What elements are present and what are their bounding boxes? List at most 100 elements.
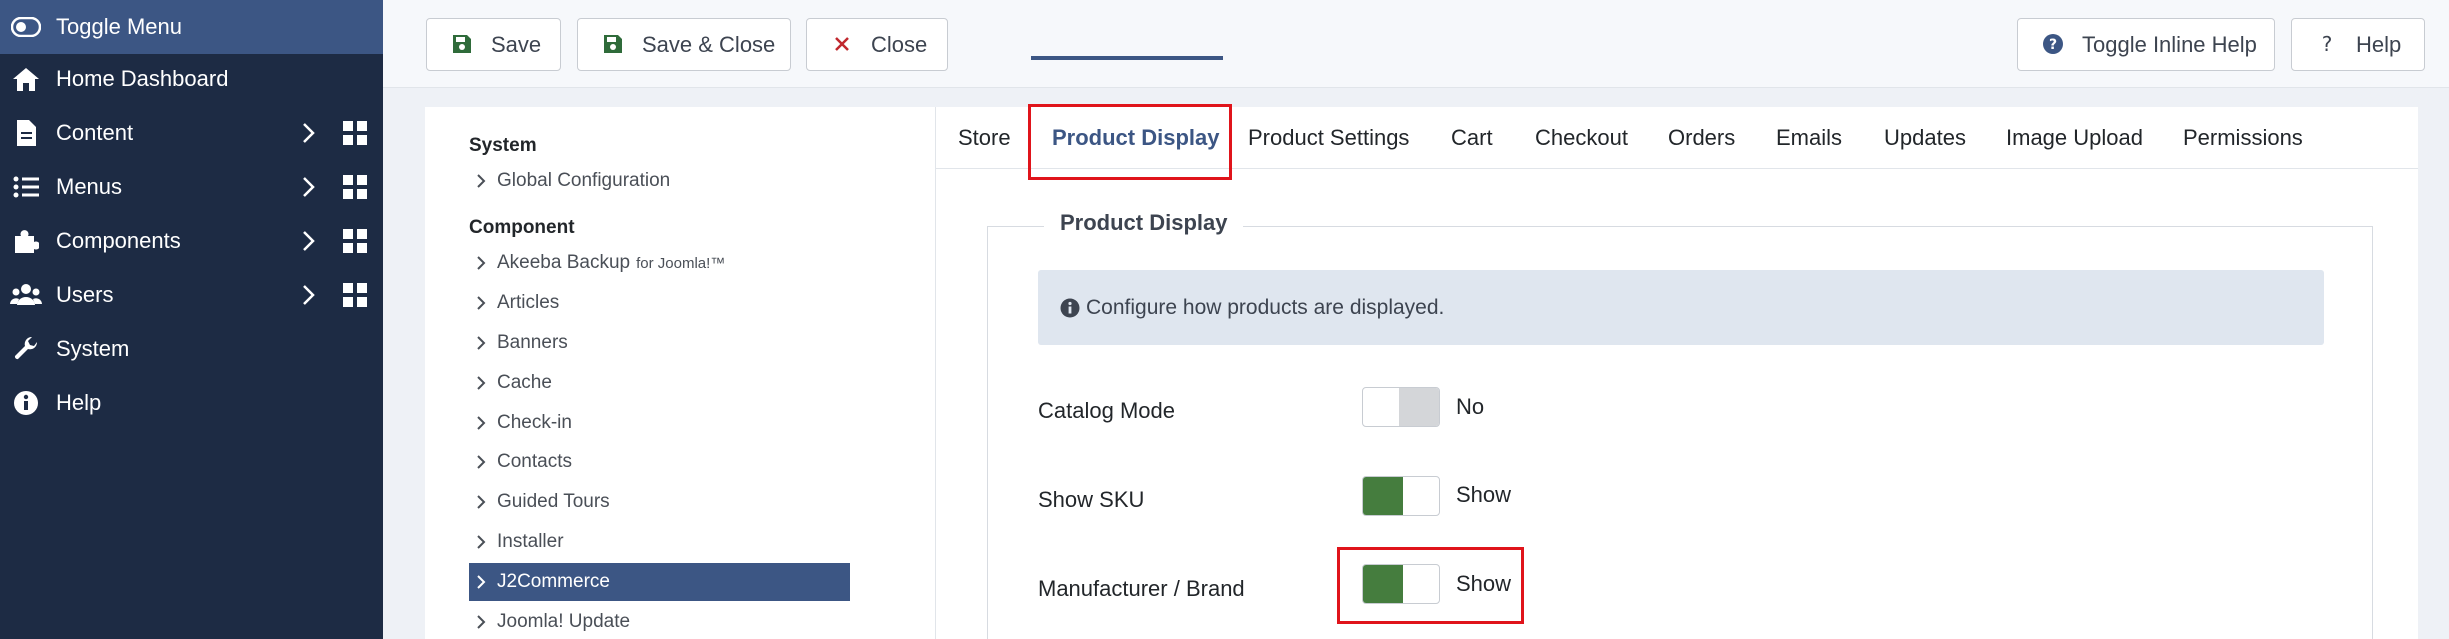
tab-updates[interactable]: Updates — [1884, 107, 1966, 169]
close-label: Close — [871, 31, 928, 57]
nav-item-cache[interactable]: Cache — [469, 364, 850, 402]
toggle-inline-help-label: Toggle Inline Help — [2082, 31, 2257, 57]
config-nav: System Global Configuration Component Ak… — [425, 107, 936, 639]
chevron-right-icon — [473, 173, 489, 189]
chevron-right-icon[interactable] — [296, 121, 320, 145]
sidebar-item-label: Content — [56, 120, 134, 145]
nav-heading-component: Component — [469, 217, 575, 238]
info-icon — [10, 387, 42, 419]
nav-item-j2commerce[interactable]: J2Commerce — [469, 563, 850, 601]
nav-item-joomla-update[interactable]: Joomla! Update — [469, 603, 850, 639]
tab-orders[interactable]: Orders — [1668, 107, 1735, 169]
nav-item-guided-tours[interactable]: Guided Tours — [469, 483, 850, 521]
catalog-mode-switch[interactable] — [1362, 387, 1440, 427]
nav-item-label: Check-in — [497, 412, 572, 433]
help-label: Help — [2356, 31, 2402, 57]
sidebar-item-label: Menus — [56, 174, 123, 199]
save-close-button[interactable]: Save & Close — [577, 18, 791, 71]
nav-item-label: Contacts — [497, 451, 572, 472]
show-sku-switch[interactable] — [1362, 476, 1440, 516]
sidebar-item-menus[interactable]: Menus — [0, 160, 383, 214]
wrench-icon — [10, 333, 42, 365]
tab-product-settings[interactable]: Product Settings — [1248, 107, 1409, 169]
field-label-catalog-mode: Catalog Mode — [1038, 398, 1175, 423]
sidebar-item-users[interactable]: Users — [0, 268, 383, 322]
sidebar-item-content[interactable]: Content — [0, 106, 383, 160]
chevron-right-icon — [473, 454, 489, 470]
chevron-right-icon — [473, 614, 489, 630]
sidebar-item-components[interactable]: Components — [0, 214, 383, 268]
nav-item-contacts[interactable]: Contacts — [469, 443, 850, 481]
chevron-right-icon — [473, 255, 489, 271]
puzzle-icon — [10, 225, 42, 257]
nav-item-label: Banners — [497, 332, 568, 353]
dashboard-grid-icon[interactable] — [342, 120, 368, 146]
switch-fill — [1363, 477, 1403, 515]
field-label-manufacturer-brand: Manufacturer / Brand — [1038, 576, 1245, 601]
akeeba-suffix: for Joomla!™ — [636, 255, 726, 272]
chevron-right-icon[interactable] — [296, 283, 320, 307]
tab-image-upload[interactable]: Image Upload — [2006, 107, 2143, 169]
sidebar-item-label: System — [56, 336, 130, 361]
nav-item-articles[interactable]: Articles — [469, 284, 850, 322]
tab-store[interactable]: Store — [958, 107, 1011, 169]
info-text: Configure how products are displayed. — [1086, 295, 1445, 319]
sidebar-item-label: Help — [56, 390, 102, 415]
question-icon: ? — [2316, 32, 2340, 57]
save-label: Save — [491, 31, 542, 57]
nav-item-label: Articles — [497, 292, 560, 313]
dashboard-grid-icon[interactable] — [342, 174, 368, 200]
chevron-right-icon — [473, 295, 489, 311]
help-button[interactable]: ? Help — [2291, 18, 2425, 71]
fieldset-legend: Product Display — [1044, 210, 1244, 236]
save-button[interactable]: Save — [426, 18, 561, 71]
sidebar-item-help[interactable]: Help — [0, 376, 383, 430]
close-icon — [831, 33, 855, 57]
chevron-right-icon[interactable] — [296, 175, 320, 199]
users-icon — [10, 279, 42, 311]
tab-emails[interactable]: Emails — [1776, 107, 1842, 169]
nav-item-akeeba-backup[interactable]: Akeeba Backup for Joomla!™ — [469, 244, 850, 282]
sidebar-item-system[interactable]: System — [0, 322, 383, 376]
save-icon — [451, 33, 475, 57]
active-tab-indicator — [1031, 56, 1223, 60]
nav-item-installer[interactable]: Installer — [469, 523, 850, 561]
toggle-menu-button[interactable]: Toggle Menu — [0, 0, 383, 54]
home-icon — [10, 63, 42, 95]
dashboard-grid-icon[interactable] — [342, 228, 368, 254]
sidebar-item-home-dashboard[interactable]: Home Dashboard — [0, 52, 383, 106]
nav-item-check-in[interactable]: Check-in — [469, 404, 850, 442]
nav-item-banners[interactable]: Banners — [469, 324, 850, 362]
chevron-right-icon[interactable] — [296, 229, 320, 253]
catalog-mode-value: No — [1456, 394, 1485, 419]
sidebar-item-label: Components — [56, 228, 181, 253]
info-circle-icon — [1060, 298, 1080, 318]
chevron-right-icon — [473, 574, 489, 590]
close-button[interactable]: Close — [806, 18, 948, 71]
nav-heading-system: System — [469, 135, 537, 156]
tab-checkout[interactable]: Checkout — [1535, 107, 1628, 169]
tab-cart[interactable]: Cart — [1451, 107, 1493, 169]
tab-permissions[interactable]: Permissions — [2183, 107, 2303, 169]
nav-item-label: Joomla! Update — [497, 611, 631, 632]
highlight-box-switch — [1337, 547, 1524, 624]
toggle-menu-label: Toggle Menu — [56, 14, 182, 39]
dashboard-grid-icon[interactable] — [342, 282, 368, 308]
nav-item-label: Guided Tours — [497, 491, 610, 512]
save-close-label: Save & Close — [642, 31, 776, 57]
nav-item-label: J2Commerce — [497, 571, 610, 592]
chevron-right-icon — [473, 415, 489, 431]
chevron-right-icon — [473, 335, 489, 351]
akeeba-name: Akeeba Backup — [497, 252, 631, 273]
svg-text:?: ? — [2322, 33, 2333, 55]
nav-item-label: Global Configuration — [497, 170, 671, 191]
chevron-right-icon — [473, 494, 489, 510]
sidebar-item-label: Users — [56, 282, 114, 307]
save-icon — [602, 33, 626, 57]
highlight-box-tab — [1028, 104, 1232, 180]
nav-item-label: Installer — [497, 531, 564, 552]
switch-fill — [1399, 388, 1439, 426]
nav-item-global-configuration[interactable]: Global Configuration — [469, 162, 850, 200]
list-icon — [10, 171, 42, 203]
toggle-inline-help-button[interactable]: ? Toggle Inline Help — [2017, 18, 2275, 71]
